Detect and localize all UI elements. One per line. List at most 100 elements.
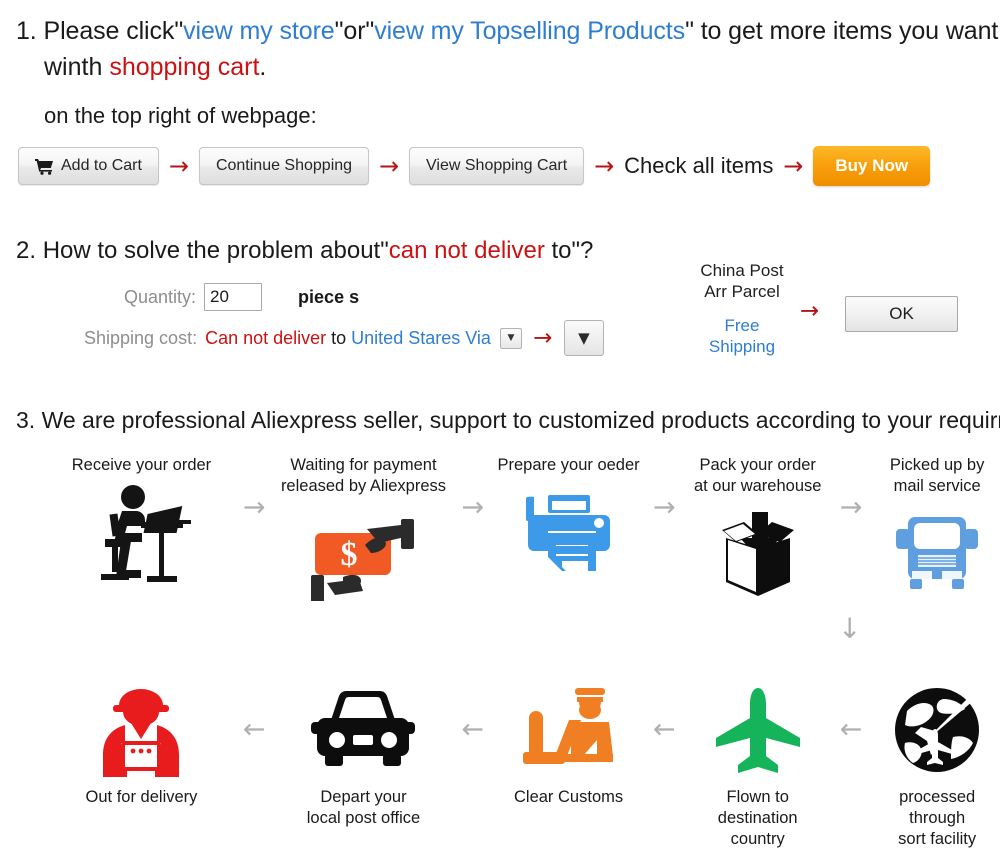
quantity-row: Quantity: piece s xyxy=(124,283,359,311)
continue-shopping-button[interactable]: Continue Shopping xyxy=(198,147,370,185)
flow-step-waiting-payment: Waiting for payment released by Aliexpre… xyxy=(277,455,449,607)
china-post-line-2: Arr Parcel xyxy=(704,282,780,301)
quote-open-2: " xyxy=(380,237,389,264)
flow-step-out-for-delivery: Out for delivery xyxy=(52,677,231,808)
ok-button[interactable]: OK xyxy=(845,296,958,332)
quantity-label: Quantity: xyxy=(124,286,197,307)
flow-step-sort-facility: processed through sort facility xyxy=(874,677,1000,850)
section-1-number: 1. xyxy=(16,17,37,45)
arrow-right-icon-flow-2: → xyxy=(461,492,485,523)
arrow-right-icon-6: → xyxy=(800,298,820,324)
arrow-left-icon-flow-2: ← xyxy=(461,714,485,745)
link-view-topselling-products[interactable]: view my Topselling Products xyxy=(374,17,685,45)
add-to-cart-label: Add to Cart xyxy=(61,157,142,174)
piece-unit-label: piece s xyxy=(298,286,360,307)
truck-icon xyxy=(874,502,1000,607)
buy-now-button[interactable]: Buy Now xyxy=(813,146,931,186)
globe-plane-icon xyxy=(874,677,1000,782)
shipping-option-china-post: China Post Arr Parcel Free Shipping xyxy=(688,260,796,357)
shipping-cost-row: Shipping cost: Can not deliver to United… xyxy=(84,320,604,356)
arrow-right-icon-1: → xyxy=(168,152,189,180)
flow-step-label: Depart your local post office xyxy=(306,788,421,827)
shopping-cart-icon xyxy=(35,158,54,175)
section-1-winth-text: winth xyxy=(44,53,110,81)
flow-row-2: Out for delivery ← Depart your local pos… xyxy=(0,677,1000,850)
flow-step-label: Waiting for payment released by Aliexpre… xyxy=(280,456,447,495)
shopping-cart-emphasis: shopping cart xyxy=(109,53,260,81)
chevron-down-icon-large: ▼ xyxy=(578,329,590,347)
delivery-person-icon xyxy=(52,677,231,782)
flow-step-depart-post-office: Depart your local post office xyxy=(277,677,449,829)
flow-step-pack-order: Pack your order at our warehouse xyxy=(688,455,828,607)
box-packing-icon xyxy=(688,502,828,607)
ok-button-label: OK xyxy=(889,304,914,323)
flow-step-label: Flown to destination country xyxy=(717,788,798,848)
section-3-number: 3. xyxy=(16,407,36,433)
free-shipping-label-line-2: Shipping xyxy=(708,337,776,356)
quote-close-1: " xyxy=(685,17,694,45)
flow-step-picked-up-mail: Picked up by mail service xyxy=(874,455,1000,607)
car-icon xyxy=(277,677,449,782)
arrow-down-icon-flow: ↓ xyxy=(838,612,862,645)
section-1-period: . xyxy=(259,53,267,81)
section-1-text-b: to get more items you want xyxy=(693,17,999,45)
arrow-right-icon-flow-4: → xyxy=(839,492,863,523)
svg-text:$: $ xyxy=(341,536,358,573)
arrow-left-icon-flow-4: ← xyxy=(839,714,863,745)
flow-step-label: Out for delivery xyxy=(85,788,198,806)
shipping-cost-label: Shipping cost: xyxy=(84,327,198,348)
section-2-title-b: to xyxy=(544,237,572,264)
flow-step-label: Picked up by mail service xyxy=(889,456,985,495)
arrow-right-icon-4: → xyxy=(783,152,804,180)
arrow-right-icon-3: → xyxy=(594,152,615,180)
arrow-right-icon-flow-3: → xyxy=(653,492,676,523)
continue-shopping-label: Continue Shopping xyxy=(215,157,353,174)
section-2-title: 2. How to solve the problem about"can no… xyxy=(16,237,593,265)
quote-open-1: " xyxy=(174,17,184,45)
section-1-line-2: winth shopping cart. xyxy=(44,50,266,84)
flow-step-label: Clear Customs xyxy=(514,788,624,806)
section-1-subtitle: on the top right of webpage: xyxy=(44,103,317,128)
section-2-number: 2. xyxy=(16,237,37,264)
flow-row-1: Receive your order → Waiting for payment… xyxy=(0,455,1000,607)
printer-icon xyxy=(496,481,641,586)
airplane-icon xyxy=(688,677,828,782)
shipping-cost-value: Can not deliver to United Stares Via xyxy=(205,328,491,349)
person-at-desk-icon xyxy=(52,481,231,586)
arrow-left-icon-flow-1: ← xyxy=(242,714,266,745)
quote-mid: "or" xyxy=(334,17,375,45)
flow-step-label: Receive your order xyxy=(71,456,212,474)
quantity-input[interactable] xyxy=(204,283,263,311)
shipping-destination-text: United Stares Via xyxy=(351,327,491,348)
flow-step-flown-to-destination: Flown to destination country xyxy=(688,677,828,850)
section-2-title-a: How to solve the problem about xyxy=(42,237,381,264)
shipping-method-dropdown-small[interactable]: ▼ xyxy=(499,327,522,349)
arrow-left-icon-flow-3: ← xyxy=(653,714,676,745)
section-1-line-1: 1. Please click"view my store"or"view my… xyxy=(16,14,998,48)
view-shopping-cart-button[interactable]: View Shopping Cart xyxy=(409,147,585,185)
can-not-deliver-emphasis: can not deliver xyxy=(388,237,545,264)
shipping-to-text: to xyxy=(326,327,352,348)
link-view-my-store[interactable]: view my store xyxy=(183,17,335,45)
section-1-text-a: Please click xyxy=(43,17,175,45)
arrow-right-icon-flow-1: → xyxy=(242,492,266,523)
flow-step-clear-customs: Clear Customs xyxy=(496,677,641,808)
chevron-down-icon-small: ▼ xyxy=(507,333,515,343)
section-3-title: 3. We are professional Aliexpress seller… xyxy=(16,407,1000,434)
quote-close-2: "? xyxy=(571,237,594,264)
section-3-title-text: We are professional Aliexpress seller, s… xyxy=(41,407,1000,433)
add-to-cart-button[interactable]: Add to Cart xyxy=(18,147,159,185)
arrow-right-icon-5: → xyxy=(533,324,553,351)
cash-in-hand-icon: $ xyxy=(277,502,449,607)
shipping-method-dropdown-large[interactable]: ▼ xyxy=(563,320,604,356)
flow-step-label: Pack your order at our warehouse xyxy=(693,456,822,495)
flow-step-receive-order: Receive your order xyxy=(52,455,231,586)
section-1-button-flow: Add to Cart → Continue Shopping → View S… xyxy=(18,146,931,186)
shipping-status-text: Can not deliver xyxy=(205,327,327,348)
arrow-right-icon-2: → xyxy=(378,152,400,180)
check-all-items-text: Check all items xyxy=(624,153,774,178)
free-shipping-label-line-1: Free xyxy=(724,316,760,335)
flow-step-label: processed through sort facility xyxy=(898,788,977,848)
view-shopping-cart-label: View Shopping Cart xyxy=(426,157,568,174)
buy-now-label: Buy Now xyxy=(835,156,909,175)
